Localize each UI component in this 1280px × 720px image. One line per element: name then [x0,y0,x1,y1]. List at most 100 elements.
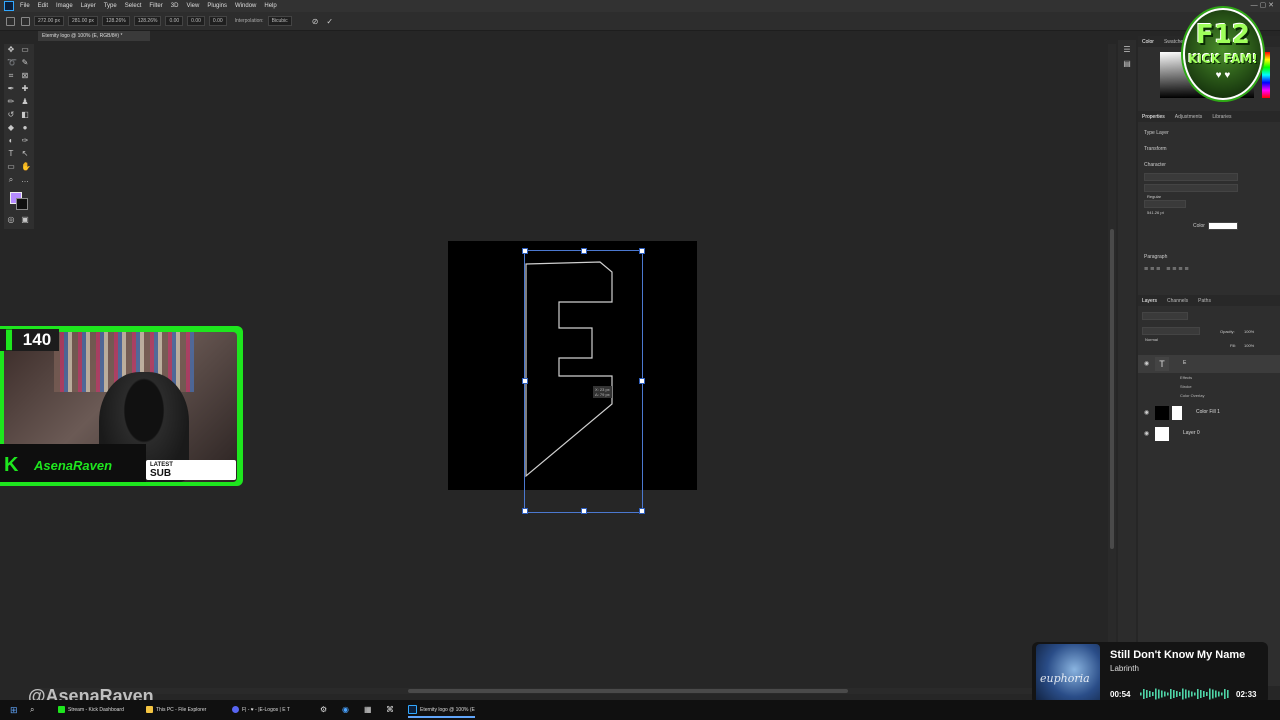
tab-channels[interactable]: Channels [1167,298,1188,304]
tab-color[interactable]: Color [1142,39,1154,45]
visibility-eye-icon[interactable]: ◉ [1144,360,1149,367]
layer-row-pixel[interactable]: ◉ Layer 0 [1138,425,1280,443]
transform-handle-left[interactable] [522,378,528,384]
dodge-tool-icon[interactable]: ◐ [7,137,15,145]
effects-label[interactable]: Effects [1180,375,1192,380]
eyedropper-icon[interactable]: ✒ [7,85,15,93]
layer-name[interactable]: Layer 0 [1183,430,1200,436]
h-skew-field[interactable]: 0.00 [187,16,205,26]
visibility-eye-icon[interactable]: ◉ [1144,430,1149,437]
menu-window[interactable]: Window [235,3,256,9]
rectangle-tool-icon[interactable]: ▭ [7,163,15,171]
windows-start-icon[interactable]: ⊞ [10,704,18,716]
x-field[interactable]: 272.00 px [34,16,64,26]
layer-name[interactable]: Color Fill 1 [1196,409,1220,415]
zoom-tool-icon[interactable]: ⌕ [7,176,15,184]
menu-layer[interactable]: Layer [81,3,96,9]
search-icon[interactable]: ⌕ [30,704,34,716]
move-tool-icon[interactable]: ✥ [7,46,15,54]
frame-tool-icon[interactable]: ⊠ [21,72,29,80]
text-color-swatch[interactable] [1208,222,1238,230]
path-select-icon[interactable]: ↖ [21,150,29,158]
artboard-tool-icon[interactable]: ▭ [21,46,29,54]
paragraph-section[interactable]: Paragraph [1144,254,1167,260]
font-family-select[interactable]: AmazDooMLeft2 [1144,173,1238,188]
menu-plugins[interactable]: Plugins [207,3,227,9]
crop-tool-icon[interactable]: ⌗ [7,72,15,80]
controller-icon[interactable]: ⌘ [386,704,394,716]
taskbar-item-photoshop[interactable]: Eternity logo @ 100% (E [408,704,475,718]
window-controls[interactable]: — ▢ ✕ [1251,1,1274,9]
tab-adjustments[interactable]: Adjustments [1175,114,1203,120]
reference-point-icon[interactable] [21,16,30,26]
menu-edit[interactable]: Edit [38,3,48,9]
menu-filter[interactable]: Filter [149,3,162,9]
pen-tool-icon[interactable]: ✑ [21,137,29,145]
interpolation-select[interactable]: Bicubic [267,16,292,26]
effect-color-overlay[interactable]: Color Overlay [1180,393,1204,398]
layer-name[interactable]: E [1183,360,1186,366]
transform-handle-top[interactable] [581,248,587,254]
home-icon[interactable] [6,16,15,26]
vertical-scroll-thumb[interactable] [1110,229,1114,549]
taskbar-item-explorer[interactable]: This PC - File Explorer [146,704,206,716]
history-brush-icon[interactable]: ↺ [7,111,15,119]
blend-mode-select[interactable]: Normal [1142,327,1200,342]
screen-mode-icon[interactable]: ▣ [21,216,29,224]
quick-select-icon[interactable]: ✎ [21,59,29,67]
quick-mask-icon[interactable]: ◎ [7,216,15,224]
brush-tool-icon[interactable]: ✏ [7,98,15,106]
font-style-select[interactable]: Regular [1144,184,1238,199]
hue-slider[interactable] [1262,52,1270,98]
steam-icon[interactable]: ⚙ [320,704,327,716]
healing-brush-icon[interactable]: ✚ [21,85,29,93]
layer-row-fill[interactable]: ◉ Color Fill 1 [1138,404,1280,422]
taskbar-item-kick[interactable]: Stream - Kick Dashboard [58,704,124,716]
horizontal-scrollbar[interactable] [38,688,1108,694]
width-field[interactable]: 128.26% [101,16,130,26]
transform-bounding-box[interactable] [522,248,645,514]
font-size-field[interactable]: 541.26 pt [1144,200,1186,215]
transform-handle-top-right[interactable] [639,248,645,254]
hand-tool-icon[interactable]: ✋ [21,163,31,171]
height-field[interactable]: 128.26% [133,16,162,26]
tab-libraries[interactable]: Libraries [1212,114,1231,120]
stamp-tool-icon[interactable]: ♟ [21,98,29,106]
transform-section[interactable]: Transform [1144,146,1167,152]
browser-icon[interactable]: ◉ [342,704,349,716]
tab-properties[interactable]: Properties [1142,114,1165,120]
opacity-value[interactable]: 100% [1244,329,1254,334]
paragraph-align-icons[interactable]: ≡≡≡ ≡≡≡≡ [1144,266,1191,273]
menu-3d[interactable]: 3D [171,3,179,9]
v-skew-field[interactable]: 0.00 [208,16,227,26]
background-color-swatch[interactable] [16,198,28,210]
character-section[interactable]: Character [1144,162,1166,168]
menu-view[interactable]: View [186,3,199,9]
type-tool-icon[interactable]: T [7,150,15,158]
history-panel-icon[interactable]: ☰ [1123,46,1131,54]
menu-file[interactable]: File [20,3,30,9]
angle-field[interactable]: 0.00 [165,16,184,26]
layer-filter-field[interactable] [1142,312,1188,320]
vertical-scrollbar[interactable] [1108,44,1116,684]
tab-paths[interactable]: Paths [1198,298,1211,304]
lasso-tool-icon[interactable]: ➰ [7,59,17,67]
horizontal-scroll-thumb[interactable] [408,689,848,693]
transform-handle-right[interactable] [639,378,645,384]
commit-transform-icon[interactable]: ✓ [326,17,333,26]
transform-handle-bottom-left[interactable] [522,508,528,514]
fill-value[interactable]: 100% [1244,343,1254,348]
taskbar-item-discord[interactable]: F| - ♥ - |E-Logos | E T [232,704,290,716]
menu-type[interactable]: Type [104,3,117,9]
effect-stroke[interactable]: Stroke [1180,384,1192,389]
blur-tool-icon[interactable]: ● [21,124,29,132]
paint-bucket-icon[interactable]: ◆ [7,124,15,132]
menu-image[interactable]: Image [56,3,73,9]
menu-select[interactable]: Select [125,3,142,9]
cancel-transform-icon[interactable]: ⊘ [312,17,319,26]
transform-handle-bottom-right[interactable] [639,508,645,514]
transform-handle-top-left[interactable] [522,248,528,254]
calculator-icon[interactable]: ▦ [364,704,372,716]
eraser-tool-icon[interactable]: ◧ [21,111,29,119]
layer-row-type[interactable]: ◉ T E [1138,355,1280,373]
